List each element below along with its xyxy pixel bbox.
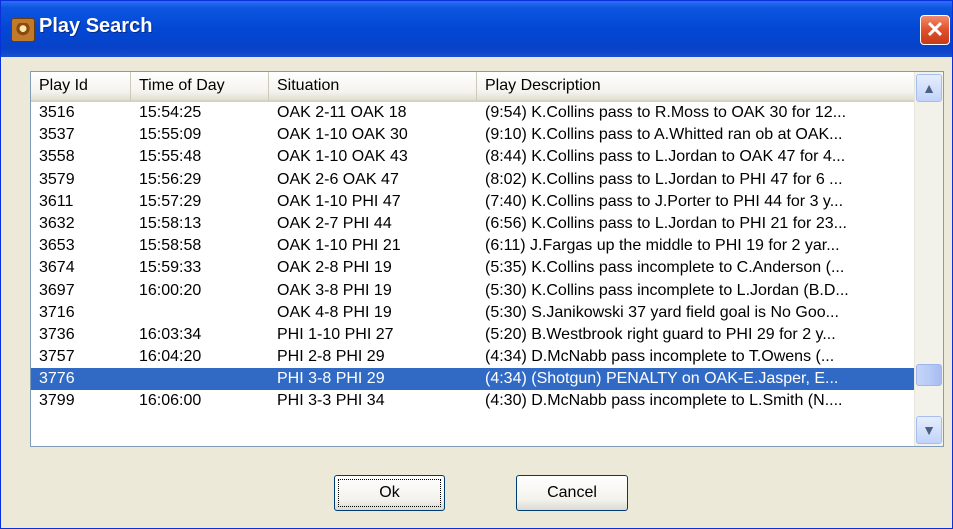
list-rows: 3516 15:54:25 OAK 2-11 OAK 18 (9:54) K.Coll…: [31, 102, 915, 413]
table-row[interactable]: 3632 15:58:13 OAK 2-7 PHI 44 (6:56) K.Colli…: [31, 213, 915, 235]
close-button[interactable]: ✕: [920, 15, 950, 45]
table-row[interactable]: 3516 15:54:25 OAK 2-11 OAK 18 (9:54) K.Coll…: [31, 102, 915, 124]
situation-cell: OAK 2-11 OAK 18: [277, 104, 407, 121]
play-id-cell: 3697: [39, 281, 75, 299]
play-description-cell: (7:40) K.Collins pass to J.Porter to PHI…: [485, 192, 844, 210]
column-header-time-of-day[interactable]: Time of Day: [131, 72, 269, 100]
column-header-play-description[interactable]: Play Description: [477, 72, 915, 100]
vertical-scrollbar[interactable]: ▲ ▼: [914, 72, 943, 446]
play-id-cell: 3757: [39, 348, 75, 366]
play-id-cell: 3537: [39, 126, 75, 144]
situation-cell: OAK 3-8 PHI 19: [277, 281, 392, 299]
situation-cell: OAK 1-10 PHI 47: [277, 192, 401, 210]
play-description-cell: (5:30) K.Collins pass incomplete to L.Jo…: [485, 281, 849, 299]
table-row[interactable]: 3799 16:06:00 PHI 3-3 PHI 34 (4:30) D.McNab…: [31, 390, 915, 412]
time-of-day-cell: 15:55:48: [139, 148, 202, 166]
time-of-day-cell: 15:57:29: [139, 192, 202, 210]
play-id-cell: 3736: [39, 325, 75, 343]
play-description-cell: (8:44) K.Collins pass to L.Jordan to OAK…: [485, 148, 846, 166]
play-id-cell: 3516: [39, 104, 75, 121]
play-id-cell: 3776: [39, 370, 75, 388]
table-row[interactable]: 3776 PHI 3-8 PHI 29 (4:34) (Shotgun) PENAL…: [31, 368, 915, 391]
title-bar[interactable]: Play Search ✕: [1, 1, 952, 57]
situation-cell: OAK 1-10 OAK 30: [277, 126, 408, 144]
scroll-down-button[interactable]: ▼: [916, 416, 942, 444]
play-id-cell: 3674: [39, 259, 75, 277]
situation-cell: OAK 1-10 PHI 21: [277, 237, 401, 255]
window-title: Play Search: [39, 15, 153, 37]
play-description-cell: (5:20) B.Westbrook right guard to PHI 29…: [485, 325, 836, 343]
situation-cell: OAK 4-8 PHI 19: [277, 303, 392, 321]
play-id-cell: 3558: [39, 148, 75, 166]
column-header-play-id[interactable]: Play Id: [31, 72, 131, 100]
situation-cell: PHI 1-10 PHI 27: [277, 325, 394, 343]
scroll-up-button[interactable]: ▲: [916, 74, 942, 102]
time-of-day-cell: 15:58:58: [139, 237, 202, 255]
play-id-cell: 3653: [39, 237, 75, 255]
play-description-cell: (5:30) S.Janikowski 37 yard field goal i…: [485, 303, 839, 321]
play-description-cell: (4:34) D.McNabb pass incomplete to T.Owe…: [485, 348, 835, 366]
play-id-cell: 3579: [39, 170, 75, 188]
situation-cell: OAK 2-6 OAK 47: [277, 170, 399, 188]
table-row[interactable]: 3653 15:58:58 OAK 1-10 PHI 21 (6:11) J.Farg…: [31, 235, 915, 257]
situation-cell: OAK 2-8 PHI 19: [277, 259, 392, 277]
play-description-cell: (9:54) K.Collins pass to R.Moss to OAK 3…: [485, 104, 847, 121]
situation-cell: PHI 3-8 PHI 29: [277, 370, 385, 388]
time-of-day-cell: 15:55:09: [139, 126, 202, 144]
cancel-button[interactable]: Cancel: [516, 475, 628, 511]
play-description-cell: (6:56) K.Collins pass to L.Jordan to PHI…: [485, 214, 847, 232]
list-header: Play Id Time of Day Situation Play Descr…: [31, 72, 915, 102]
time-of-day-cell: 15:59:33: [139, 259, 202, 277]
play-description-cell: (4:34) (Shotgun) PENALTY on OAK-E.Jasper…: [485, 370, 839, 388]
table-row[interactable]: 3579 15:56:29 OAK 2-6 OAK 47 (8:02) K.Colli…: [31, 169, 915, 191]
play-search-dialog: Play Search ✕ Play Id Time of Day Situat…: [0, 0, 953, 529]
table-row[interactable]: 3611 15:57:29 OAK 1-10 PHI 47 (7:40) K.Coll…: [31, 191, 915, 213]
table-row[interactable]: 3537 15:55:09 OAK 1-10 OAK 30 (9:10) K.Coll…: [31, 124, 915, 146]
table-row[interactable]: 3716 OAK 4-8 PHI 19 (5:30) S.Janikowski 37…: [31, 302, 915, 324]
table-row[interactable]: 3674 15:59:33 OAK 2-8 PHI 19 (5:35) K.Colli…: [31, 257, 915, 279]
time-of-day-cell: 16:00:20: [139, 281, 202, 299]
table-row[interactable]: 3757 16:04:20 PHI 2-8 PHI 29 (4:34) D.McNab…: [31, 346, 915, 368]
time-of-day-cell: 16:03:34: [139, 325, 202, 343]
play-id-cell: 3716: [39, 303, 75, 321]
table-row[interactable]: 3558 15:55:48 OAK 1-10 OAK 43 (8:44) K.Coll…: [31, 146, 915, 168]
time-of-day-cell: 15:58:13: [139, 214, 202, 232]
column-header-situation[interactable]: Situation: [269, 72, 477, 100]
table-row[interactable]: 3736 16:03:34 PHI 1-10 PHI 27 (5:20) B.West…: [31, 324, 915, 346]
play-id-cell: 3611: [39, 192, 74, 210]
situation-cell: OAK 2-7 PHI 44: [277, 214, 392, 232]
play-description-cell: (4:30) D.McNabb pass incomplete to L.Smi…: [485, 392, 843, 410]
time-of-day-cell: 15:56:29: [139, 170, 202, 188]
table-row[interactable]: 3697 16:00:20 OAK 3-8 PHI 19 (5:30) K.Colli…: [31, 280, 915, 302]
situation-cell: PHI 3-3 PHI 34: [277, 392, 385, 410]
time-of-day-cell: 15:54:25: [139, 104, 202, 121]
situation-cell: PHI 2-8 PHI 29: [277, 348, 385, 366]
play-id-cell: 3799: [39, 392, 75, 410]
time-of-day-cell: 16:06:00: [139, 392, 202, 410]
play-list[interactable]: Play Id Time of Day Situation Play Descr…: [30, 71, 944, 447]
play-description-cell: (8:02) K.Collins pass to L.Jordan to PHI…: [485, 170, 843, 188]
play-description-cell: (9:10) K.Collins pass to A.Whitted ran o…: [485, 126, 843, 144]
scroll-thumb[interactable]: [916, 364, 942, 386]
play-id-cell: 3632: [39, 214, 75, 232]
play-description-cell: (6:11) J.Fargas up the middle to PHI 19 …: [485, 237, 840, 255]
play-description-cell: (5:35) K.Collins pass incomplete to C.An…: [485, 259, 845, 277]
time-of-day-cell: 16:04:20: [139, 348, 202, 366]
app-icon: [11, 18, 35, 42]
situation-cell: OAK 1-10 OAK 43: [277, 148, 408, 166]
ok-button[interactable]: Ok: [334, 475, 445, 511]
